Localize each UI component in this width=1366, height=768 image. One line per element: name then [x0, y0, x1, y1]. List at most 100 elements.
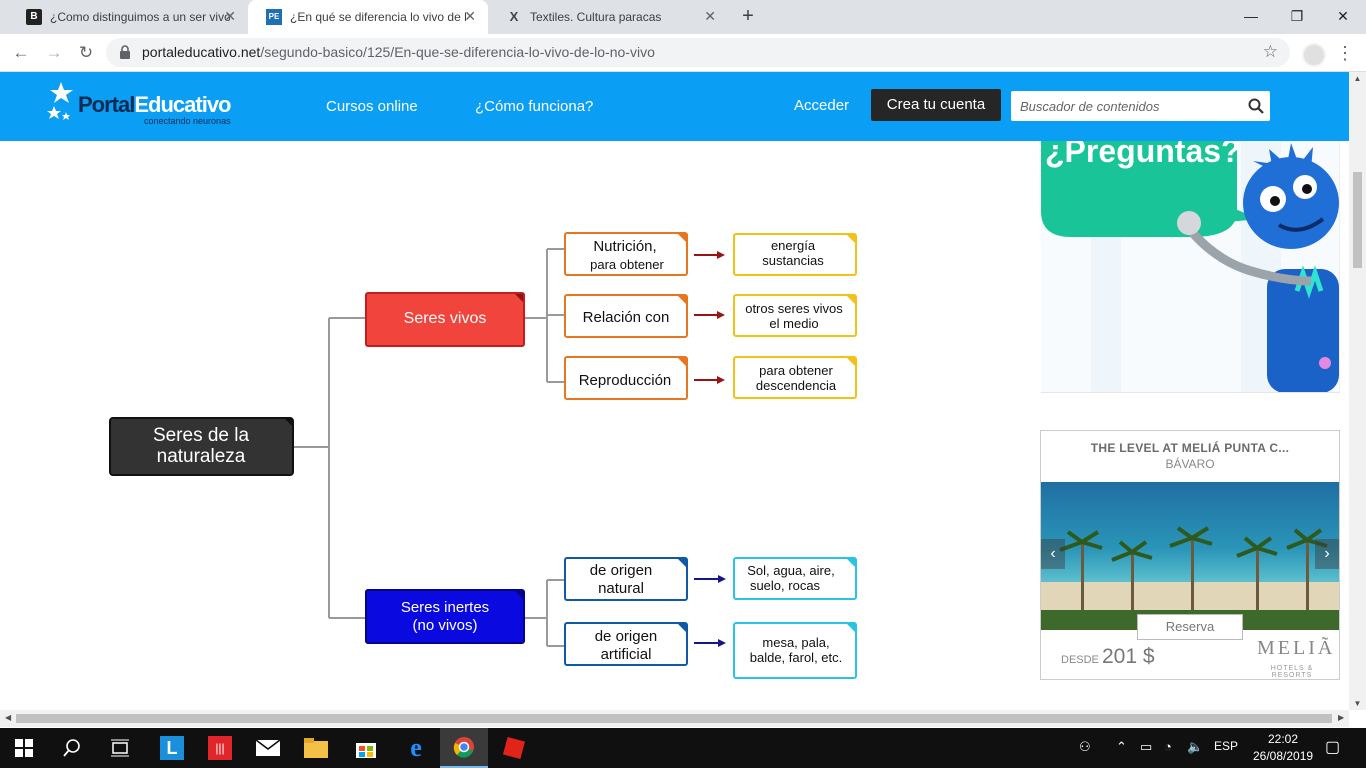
nonliving-result-2: mesa, pala, balde, farol, etc. — [733, 622, 857, 679]
restore-icon[interactable]: ❐ — [1282, 6, 1312, 26]
result-line1: mesa, pala, — [762, 635, 829, 650]
living-function-relacion: Relación con — [564, 294, 688, 338]
browser-tab-2-active[interactable]: PE ¿En qué se diferencia lo vivo de l ✕ — [248, 0, 488, 34]
living-node: Seres vivos — [365, 292, 525, 347]
preguntas-ad-banner[interactable]: ¿Preguntas? — [1041, 141, 1340, 393]
profile-avatar[interactable] — [1302, 43, 1326, 67]
tab-title: Textiles. Cultura paracas — [530, 10, 662, 24]
browser-tab-strip: B ¿Como distinguimos a un ser vivo ✕ PE … — [0, 0, 1366, 34]
origin-line1: de origen — [595, 628, 658, 645]
close-window-icon[interactable]: ✕ — [1328, 6, 1358, 26]
forward-icon[interactable]: → — [43, 42, 65, 64]
clock[interactable]: 22:02 26/08/2019 — [1253, 731, 1313, 765]
notifications-icon[interactable]: ▢ — [1325, 737, 1340, 757]
address-bar[interactable]: portaleducativo.net/segundo-basico/125/E… — [106, 38, 1290, 67]
app-red-icon[interactable]: ||| — [196, 728, 244, 768]
search-icon[interactable] — [1248, 98, 1264, 114]
network-icon[interactable]: ◔ — [1164, 739, 1172, 754]
logo-tagline: conectando neuronas — [144, 116, 231, 126]
battery-icon[interactable]: ▭ — [1140, 739, 1152, 755]
mail-icon[interactable] — [244, 728, 292, 768]
root-node: Seres de la naturaleza — [109, 417, 294, 476]
nav-como-funciona[interactable]: ¿Cómo funciona? — [475, 98, 593, 115]
language-indicator[interactable]: ESP — [1214, 739, 1238, 753]
hotel-title: THE LEVEL AT MELIÁ PUNTA C... — [1090, 441, 1290, 455]
new-tab-button[interactable]: + — [737, 5, 759, 27]
horizontal-scrollbar[interactable]: ◀ ▶ — [0, 710, 1349, 727]
function-label: Relación con — [583, 309, 670, 326]
nav-cursos-online[interactable]: Cursos online — [326, 98, 418, 115]
tab-favicon: X — [509, 9, 519, 24]
brand-tagline: HOTELS & RESORTS — [1270, 665, 1314, 679]
result-line2: descendencia — [756, 378, 837, 393]
roblox-icon[interactable] — [490, 728, 538, 768]
lock-icon — [120, 45, 130, 59]
task-view-icon[interactable] — [96, 728, 144, 768]
close-tab-icon[interactable]: ✕ — [704, 8, 716, 24]
living-result-3: para obtener descendencia — [733, 356, 857, 399]
vertical-scrollbar[interactable]: ▲ ▼ — [1349, 72, 1366, 710]
file-explorer-icon[interactable] — [292, 728, 340, 768]
nonliving-label-line1: Seres inertes — [401, 599, 489, 616]
scroll-right-icon[interactable]: ▶ — [1338, 713, 1344, 722]
search-taskbar-icon[interactable] — [48, 728, 96, 768]
people-icon[interactable]: ⚇ — [1079, 739, 1091, 755]
horizontal-scroll-thumb[interactable] — [16, 714, 1332, 723]
app-l-icon[interactable]: L — [148, 728, 196, 768]
close-tab-icon[interactable]: ✕ — [224, 8, 236, 24]
result-line1: para obtener — [759, 363, 833, 378]
root-label-line1: Seres de la — [153, 425, 250, 446]
minimize-icon[interactable]: — — [1236, 6, 1266, 26]
root-label-line2: naturaleza — [157, 446, 246, 467]
price-label: DESDE 201 $ — [1061, 645, 1155, 668]
article-content: Seres de la naturaleza Seres vivos Nutri… — [41, 141, 986, 710]
living-result-2: otros seres vivos el medio — [733, 294, 857, 337]
edge-browser-icon[interactable]: e — [392, 728, 440, 768]
carousel-prev-icon[interactable]: ‹ — [1041, 539, 1065, 569]
nonliving-origin-artificial: de origen artificial — [564, 622, 688, 666]
kebab-menu-icon[interactable]: ⋮ — [1336, 42, 1354, 64]
result-line2: sustancias — [762, 253, 824, 268]
living-arrows — [694, 251, 725, 384]
search-input[interactable] — [1011, 91, 1270, 121]
store-icon[interactable] — [342, 728, 390, 768]
tab-favicon: PE — [266, 9, 282, 25]
origin-line2: natural — [598, 580, 644, 597]
tab-title: ¿Como distinguimos a un ser vivo — [50, 10, 230, 24]
volume-icon[interactable]: 🔈 — [1187, 739, 1203, 755]
close-tab-icon[interactable]: ✕ — [464, 8, 476, 24]
browser-tab-1[interactable]: B ¿Como distinguimos a un ser vivo ✕ — [8, 0, 248, 34]
start-windows-icon[interactable] — [0, 728, 48, 768]
carousel-next-icon[interactable]: › — [1315, 539, 1339, 569]
ad-headline: ¿Preguntas? — [1045, 141, 1241, 169]
url-text: portaleducativo.net/segundo-basico/125/E… — [142, 44, 655, 60]
result-line2: balde, farol, etc. — [750, 650, 843, 665]
ad-illustration — [1041, 141, 1339, 392]
back-icon[interactable]: ← — [10, 42, 32, 64]
page-viewport: PortalEducativo conectando neuronas Curs… — [0, 72, 1349, 710]
windows-taskbar: L ||| e ⚇ ⌃ ▭ ◔ 🔈 ESP 22:02 26/08/2019 ▢ — [0, 728, 1366, 768]
reload-icon[interactable]: ↻ — [75, 42, 97, 64]
result-line2: suelo, rocas — [750, 578, 821, 593]
tab-title: ¿En qué se diferencia lo vivo de l — [290, 10, 467, 24]
chrome-icon[interactable] — [440, 728, 488, 768]
site-logo[interactable]: PortalEducativo conectando neuronas — [46, 80, 266, 134]
login-link[interactable]: Acceder — [794, 97, 849, 114]
create-account-button[interactable]: Crea tu cuenta — [871, 89, 1001, 121]
scroll-up-icon[interactable]: ▲ — [1349, 74, 1366, 83]
show-hidden-icons-icon[interactable]: ⌃ — [1116, 739, 1127, 755]
browser-tab-3[interactable]: X Textiles. Cultura paracas ✕ — [488, 0, 728, 34]
origin-line1: de origen — [590, 562, 653, 579]
vertical-scroll-thumb[interactable] — [1353, 172, 1362, 268]
hotel-ad[interactable]: THE LEVEL AT MELIÁ PUNTA C... BÁVARO ‹ ›… — [1040, 430, 1340, 680]
reserve-button[interactable]: Reserva — [1137, 614, 1243, 640]
result-line1: Sol, agua, aire, — [747, 563, 834, 578]
site-header: PortalEducativo conectando neuronas Curs… — [0, 72, 1349, 141]
scroll-down-icon[interactable]: ▼ — [1349, 699, 1366, 708]
browser-toolbar: ← → ↻ portaleducativo.net/segundo-basico… — [0, 34, 1366, 72]
living-result-1: energía sustancias — [733, 233, 857, 276]
scroll-left-icon[interactable]: ◀ — [5, 713, 11, 722]
bookmark-star-icon[interactable]: ☆ — [1263, 42, 1278, 62]
nonliving-origin-natural: de origen natural — [564, 557, 688, 601]
living-label: Seres vivos — [404, 310, 487, 327]
